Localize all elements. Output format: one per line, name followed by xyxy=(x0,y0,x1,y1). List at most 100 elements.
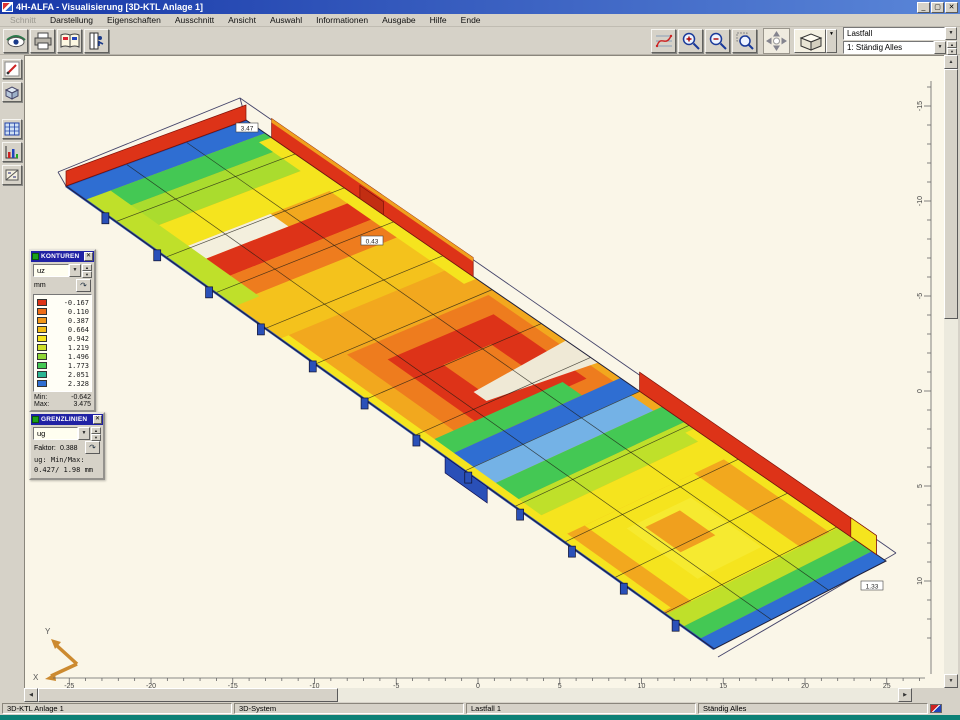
view-eye-icon xyxy=(5,32,27,50)
zoom-in-button[interactable] xyxy=(678,29,703,53)
print-icon xyxy=(33,32,53,50)
support-pier xyxy=(465,472,472,483)
legend-color-chip xyxy=(37,344,47,351)
max-value: 3.475 xyxy=(73,401,91,408)
print-button[interactable] xyxy=(30,29,55,53)
grenzlinien-minmax-value: 0.427/ 1.98 mm xyxy=(31,466,103,478)
grenzlinien-close-icon[interactable]: ✕ xyxy=(93,415,102,424)
grenzlinien-panel: GRENZLINIEN ✕ ug ▼ ▲▼ Faktor: 0.388 ↷ ug… xyxy=(29,412,105,480)
view-cube-dropdown[interactable]: ▼ xyxy=(826,29,837,53)
menu-item-hilfe[interactable]: Hilfe xyxy=(423,14,454,27)
maximize-button[interactable]: ▢ xyxy=(931,2,944,13)
menu-item-ausschnitt[interactable]: Ausschnitt xyxy=(168,14,221,27)
menu-item-eigenschaften[interactable]: Eigenschaften xyxy=(100,14,168,27)
loadcase-combo[interactable]: 1: Ständig Alles ▼ xyxy=(843,41,946,54)
legend-value: 1.773 xyxy=(50,362,89,370)
spin-up-icon[interactable]: ▲ xyxy=(82,264,92,271)
result-chart-button[interactable] xyxy=(2,142,22,162)
contour-legend: -0.1670.1100.3870.6640.9421.2191.4961.77… xyxy=(33,294,92,392)
horizontal-scrollbar[interactable]: ◀ ▶ xyxy=(24,688,912,702)
exit-door-icon xyxy=(87,32,107,50)
status-cell-2: Lastfall 1 xyxy=(466,703,696,714)
zoom-window-button[interactable] xyxy=(732,29,757,53)
chevron-down-icon[interactable]: ▼ xyxy=(69,264,81,277)
spin-down-icon[interactable]: ▼ xyxy=(947,48,957,55)
refresh-grenzlinien-button[interactable]: ↷ xyxy=(85,441,100,454)
legend-value: -0.167 xyxy=(50,299,89,307)
close-button[interactable]: ✕ xyxy=(945,2,958,13)
scroll-left-icon[interactable]: ◀ xyxy=(24,688,38,702)
menu-item-ansicht[interactable]: Ansicht xyxy=(221,14,263,27)
status-cell-1: 3D-System xyxy=(234,703,464,714)
ruler-label: 5 xyxy=(917,484,924,488)
chevron-down-icon[interactable]: ▼ xyxy=(945,27,957,40)
solid-box-button[interactable] xyxy=(2,82,22,102)
menu-item-informationen[interactable]: Informationen xyxy=(309,14,375,27)
minimize-button[interactable]: _ xyxy=(917,2,930,13)
contour-settings-icon xyxy=(654,32,674,50)
support-pier xyxy=(257,324,264,335)
legend-minmax: Min:-0.642 Max:3.475 xyxy=(31,392,94,410)
legend-row: 1.773 xyxy=(37,361,89,370)
chevron-down-icon[interactable]: ▼ xyxy=(78,427,90,440)
left-toolbar xyxy=(0,55,24,688)
loadcase-spinner[interactable]: ▲▼ xyxy=(947,41,957,54)
legend-row: -0.167 xyxy=(37,298,89,307)
spin-down-icon[interactable]: ▼ xyxy=(82,271,92,278)
legend-color-chip xyxy=(37,326,47,333)
menu-item-schnitt: Schnitt xyxy=(3,14,43,27)
konturen-quantity-combo[interactable]: uz ▼ xyxy=(33,264,81,277)
grenzlinien-spinner[interactable]: ▲▼ xyxy=(91,427,101,440)
menu-item-ausgabe[interactable]: Ausgabe xyxy=(375,14,423,27)
unit-label: mm xyxy=(34,282,46,289)
title-bar[interactable]: 4H-ALFA - Visualisierung [3D-KTL Anlage … xyxy=(0,0,960,14)
status-icon xyxy=(930,704,942,713)
menu-item-darstellung[interactable]: Darstellung xyxy=(43,14,100,27)
solid-box-icon xyxy=(4,84,20,100)
scroll-right-icon[interactable]: ▶ xyxy=(898,688,912,702)
lastfall-combo-value[interactable]: Lastfall xyxy=(843,27,945,40)
scroll-up-icon[interactable]: ▲ xyxy=(944,55,958,69)
toolbar: ▼ Lastfall ▼ 1: Ständig Alles ▼ ▲▼ xyxy=(0,27,960,55)
exit-button[interactable] xyxy=(84,29,109,53)
viewport-3d[interactable]: 3.470.431.33YX-25-20-15-10-50510152025-1… xyxy=(24,55,944,688)
spin-up-icon[interactable]: ▲ xyxy=(91,427,101,434)
konturen-close-icon[interactable]: ✕ xyxy=(84,252,93,261)
scroll-down-icon[interactable]: ▼ xyxy=(944,674,958,688)
refresh-contours-button[interactable]: ↷ xyxy=(76,279,91,292)
view-cube-button[interactable] xyxy=(794,29,826,53)
mesh-button[interactable] xyxy=(2,119,22,139)
model-tag-value: 1.33 xyxy=(866,584,879,591)
spin-up-icon[interactable]: ▲ xyxy=(947,41,957,48)
window-title: 4H-ALFA - Visualisierung [3D-KTL Anlage … xyxy=(16,1,917,13)
grenzlinien-titlebar[interactable]: GRENZLINIEN ✕ xyxy=(31,414,103,425)
support-pier xyxy=(154,250,161,261)
menu-item-auswahl[interactable]: Auswahl xyxy=(263,14,309,27)
contour-settings-button[interactable] xyxy=(651,29,676,53)
konturen-combo-value[interactable]: uz xyxy=(33,264,69,277)
view-eye-button[interactable] xyxy=(3,29,28,53)
draw-section-button[interactable] xyxy=(2,59,22,79)
support-pier xyxy=(672,620,679,631)
section-plane-button[interactable] xyxy=(2,165,22,185)
grenzlinien-combo-value[interactable]: ug xyxy=(33,427,78,440)
menu-item-ende[interactable]: Ende xyxy=(454,14,488,27)
vertical-scrollbar[interactable]: ▲ ▼ xyxy=(944,55,958,688)
loadcase-combo-value[interactable]: 1: Ständig Alles xyxy=(843,41,934,54)
manual-button[interactable] xyxy=(57,29,82,53)
mesh-icon xyxy=(4,121,20,137)
grenzlinien-quantity-combo[interactable]: ug ▼ xyxy=(33,427,90,440)
chevron-down-icon[interactable]: ▼ xyxy=(934,41,946,54)
lastfall-combo[interactable]: Lastfall ▼ xyxy=(843,27,957,40)
vscroll-thumb[interactable] xyxy=(944,69,958,319)
konturen-title: KONTUREN xyxy=(41,253,84,260)
legend-row: 2.328 xyxy=(37,379,89,388)
support-pier xyxy=(620,583,627,594)
konturen-titlebar[interactable]: KONTUREN ✕ xyxy=(31,251,94,262)
zoom-out-button[interactable] xyxy=(705,29,730,53)
hscroll-thumb[interactable] xyxy=(38,688,338,702)
konturen-spinner[interactable]: ▲▼ xyxy=(82,264,92,277)
app-window: 4H-ALFA - Visualisierung [3D-KTL Anlage … xyxy=(0,0,960,720)
spin-down-icon[interactable]: ▼ xyxy=(91,434,101,441)
pan-control[interactable] xyxy=(763,28,790,54)
